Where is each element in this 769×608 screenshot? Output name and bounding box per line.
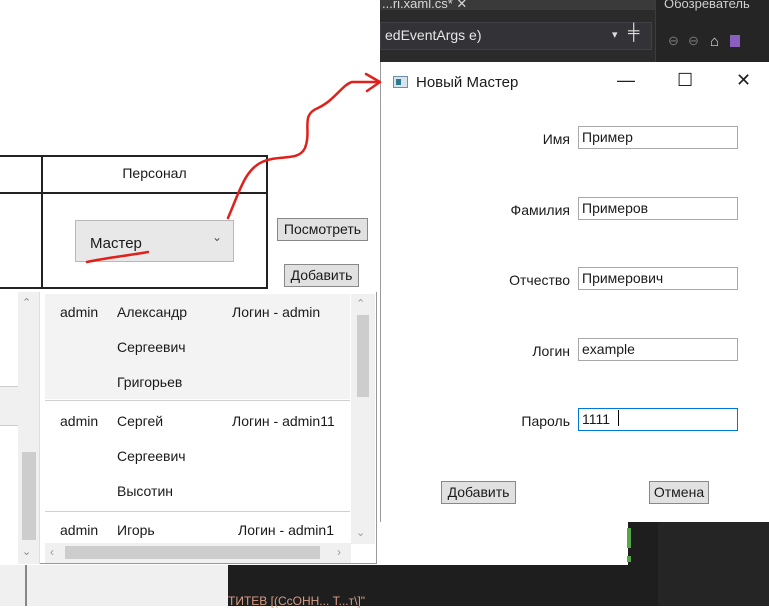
red-annotation-arrow (85, 72, 382, 264)
